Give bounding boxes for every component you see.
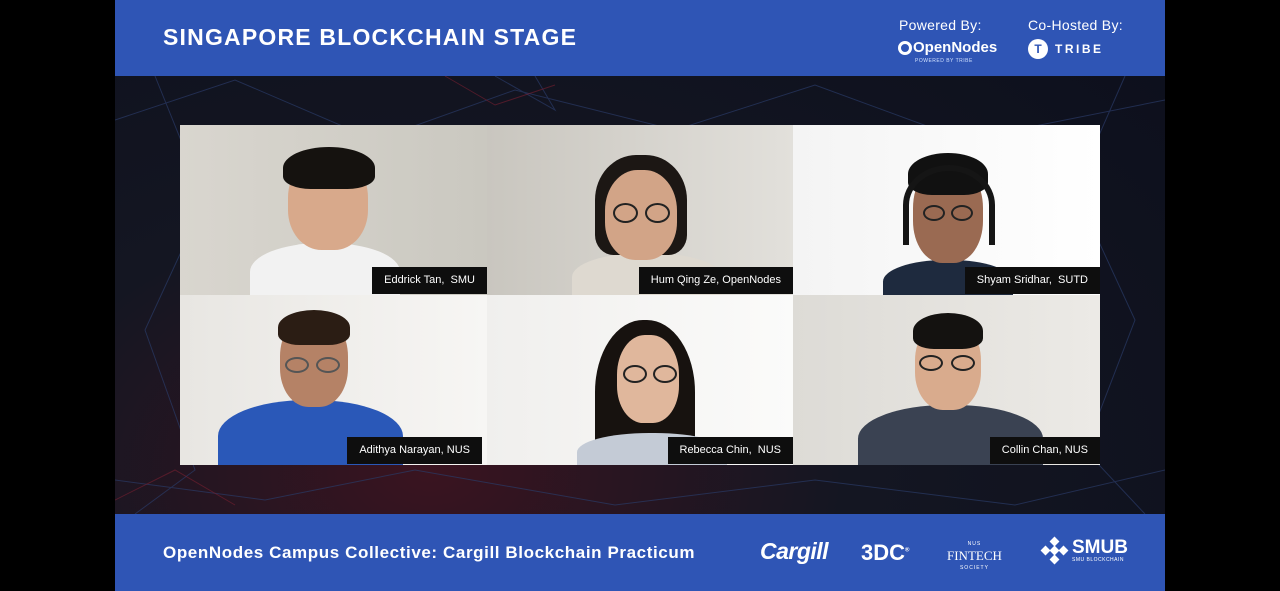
event-title: OpenNodes Campus Collective: Cargill Blo…: [163, 543, 696, 562]
smub-logo: SMUB SMU BLOCKCHAIN: [1040, 536, 1128, 565]
top-banner: SINGAPORE BLOCKCHAIN STAGE Powered By: O…: [115, 0, 1165, 76]
participant-name: Hum Qing Ze, OpenNodes: [638, 267, 793, 294]
3dc-logo-text: 3DC: [861, 540, 906, 565]
headphones-icon: [903, 165, 995, 245]
video-tile[interactable]: Hum Qing Ze, OpenNodes: [487, 125, 793, 295]
tribe-icon: T: [1028, 39, 1048, 59]
stage-background: SINGAPORE BLOCKCHAIN STAGE Powered By: O…: [115, 0, 1165, 591]
3dc-registered-mark: ®: [905, 547, 910, 554]
opennodes-logo-text: OpenNodes: [913, 39, 998, 56]
participant-name: Shyam Sridhar, SUTD: [964, 267, 1100, 294]
fintech-main-text: FINTECH: [947, 548, 1002, 563]
video-tile[interactable]: Shyam Sridhar, SUTD: [793, 125, 1100, 295]
participant-name: Adithya Narayan, NUS: [347, 437, 482, 464]
participant-name: Eddrick Tan, SMU: [372, 267, 487, 294]
powered-by-label: Powered By:: [899, 17, 982, 33]
nus-fintech-society-logo: NUS FINTECH SOCIETY: [947, 538, 1002, 574]
video-tile[interactable]: Adithya Narayan, NUS: [180, 295, 487, 465]
smub-diamond-icon: [1040, 536, 1069, 565]
stage-title: SINGAPORE BLOCKCHAIN STAGE: [163, 24, 578, 50]
tribe-logo-text: TRIBE: [1055, 42, 1104, 56]
fintech-sub-text: SOCIETY: [959, 565, 989, 571]
opennodes-logo: OpenNodes: [898, 39, 997, 56]
video-grid: Eddrick Tan, SMU Hum Qing Ze, OpenNodes: [180, 125, 1100, 465]
video-tile[interactable]: Eddrick Tan, SMU: [180, 125, 487, 295]
bottom-banner: OpenNodes Campus Collective: Cargill Blo…: [115, 514, 1165, 591]
video-tile[interactable]: Collin Chan, NUS: [793, 295, 1100, 465]
cargill-logo: Cargill: [760, 538, 829, 564]
opennodes-ring-icon: [898, 40, 912, 55]
smub-logo-text: SMUB: [1072, 537, 1128, 558]
tribe-logo: T TRIBE: [1028, 39, 1104, 59]
smub-sub-text: SMU BLOCKCHAIN: [1072, 557, 1125, 563]
participant-name: Rebecca Chin, NUS: [667, 437, 793, 464]
3dc-logo: 3DC®: [861, 540, 909, 566]
video-tile[interactable]: Rebecca Chin, NUS: [487, 295, 793, 465]
opennodes-sub: POWERED BY TRIBE: [915, 58, 973, 64]
cohosted-by-label: Co-Hosted By:: [1028, 17, 1123, 33]
participant-name: Collin Chan, NUS: [989, 437, 1100, 464]
